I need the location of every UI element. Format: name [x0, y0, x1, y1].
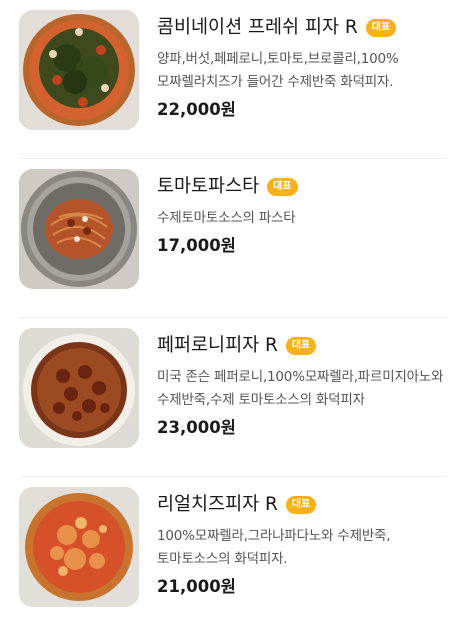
menu-item-info: 리얼치즈피자 R 대표 100%모짜렐라,그라나파다노와 수제반죽,토마토소스의… — [157, 489, 447, 599]
menu-item-description: 수제토마토소스의 파스타 — [157, 210, 296, 226]
menu-item-price: 21,000원 — [157, 577, 236, 596]
title-row: 토마토파스타 대표 — [157, 171, 447, 203]
menu-item-description: 미국 존슨 페퍼로니,100%모짜렐라,파르미지아노와 수제반죽,수제 토마토소… — [157, 369, 444, 408]
menu-item[interactable]: 페퍼로니피자 R 대표 미국 존슨 페퍼로니,100%모짜렐라,파르미지아노와 … — [0, 318, 466, 477]
real-cheese-pizza-image — [19, 487, 139, 607]
menu-item-photo[interactable] — [19, 169, 139, 289]
menu-item-info: 페퍼로니피자 R 대표 미국 존슨 페퍼로니,100%모짜렐라,파르미지아노와 … — [157, 330, 447, 440]
menu-item-photo[interactable] — [19, 10, 139, 130]
menu-item-price: 22,000원 — [157, 100, 236, 119]
signature-badge: 대표 — [285, 496, 317, 514]
menu-item-name: 리얼치즈피자 R — [157, 494, 278, 515]
menu-item[interactable]: 토마토파스타 대표 수제토마토소스의 파스타 17,000원 — [0, 159, 466, 318]
combination-pizza-image — [19, 10, 139, 130]
menu-item-name: 토마토파스타 — [157, 176, 260, 197]
pepperoni-pizza-image — [19, 328, 139, 448]
menu-item-info: 토마토파스타 대표 수제토마토소스의 파스타 17,000원 — [157, 171, 447, 258]
menu-item[interactable]: 콤비네이션 프레쉬 피자 R 대표 양파,버섯,페페로니,토마토,브로콜리,10… — [0, 0, 466, 159]
menu-item-price: 23,000원 — [157, 418, 236, 437]
menu-item-info: 콤비네이션 프레쉬 피자 R 대표 양파,버섯,페페로니,토마토,브로콜리,10… — [157, 12, 447, 122]
menu-item-description: 100%모짜렐라,그라나파다노와 수제반죽,토마토소스의 화덕피자. — [157, 528, 391, 567]
menu-item-photo[interactable] — [19, 487, 139, 607]
menu-item-name: 콤비네이션 프레쉬 피자 R — [157, 17, 358, 38]
title-row: 콤비네이션 프레쉬 피자 R 대표 — [157, 12, 447, 44]
menu-item-name: 페퍼로니피자 R — [157, 335, 278, 356]
signature-badge: 대표 — [267, 178, 298, 196]
title-row: 리얼치즈피자 R 대표 — [157, 489, 447, 521]
menu-item-price: 17,000원 — [157, 236, 236, 255]
signature-badge: 대표 — [365, 19, 397, 37]
menu-item[interactable]: 리얼치즈피자 R 대표 100%모짜렐라,그라나파다노와 수제반죽,토마토소스의… — [0, 477, 466, 636]
tomato-pasta-image — [19, 169, 139, 289]
menu-item-description: 양파,버섯,페페로니,토마토,브로콜리,100%모짜렐라치즈가 들어간 수제반죽… — [157, 51, 399, 90]
menu-item-photo[interactable] — [19, 328, 139, 448]
menu-list: 콤비네이션 프레쉬 피자 R 대표 양파,버섯,페페로니,토마토,브로콜리,10… — [0, 0, 466, 624]
title-row: 페퍼로니피자 R 대표 — [157, 330, 447, 362]
signature-badge: 대표 — [285, 337, 317, 355]
